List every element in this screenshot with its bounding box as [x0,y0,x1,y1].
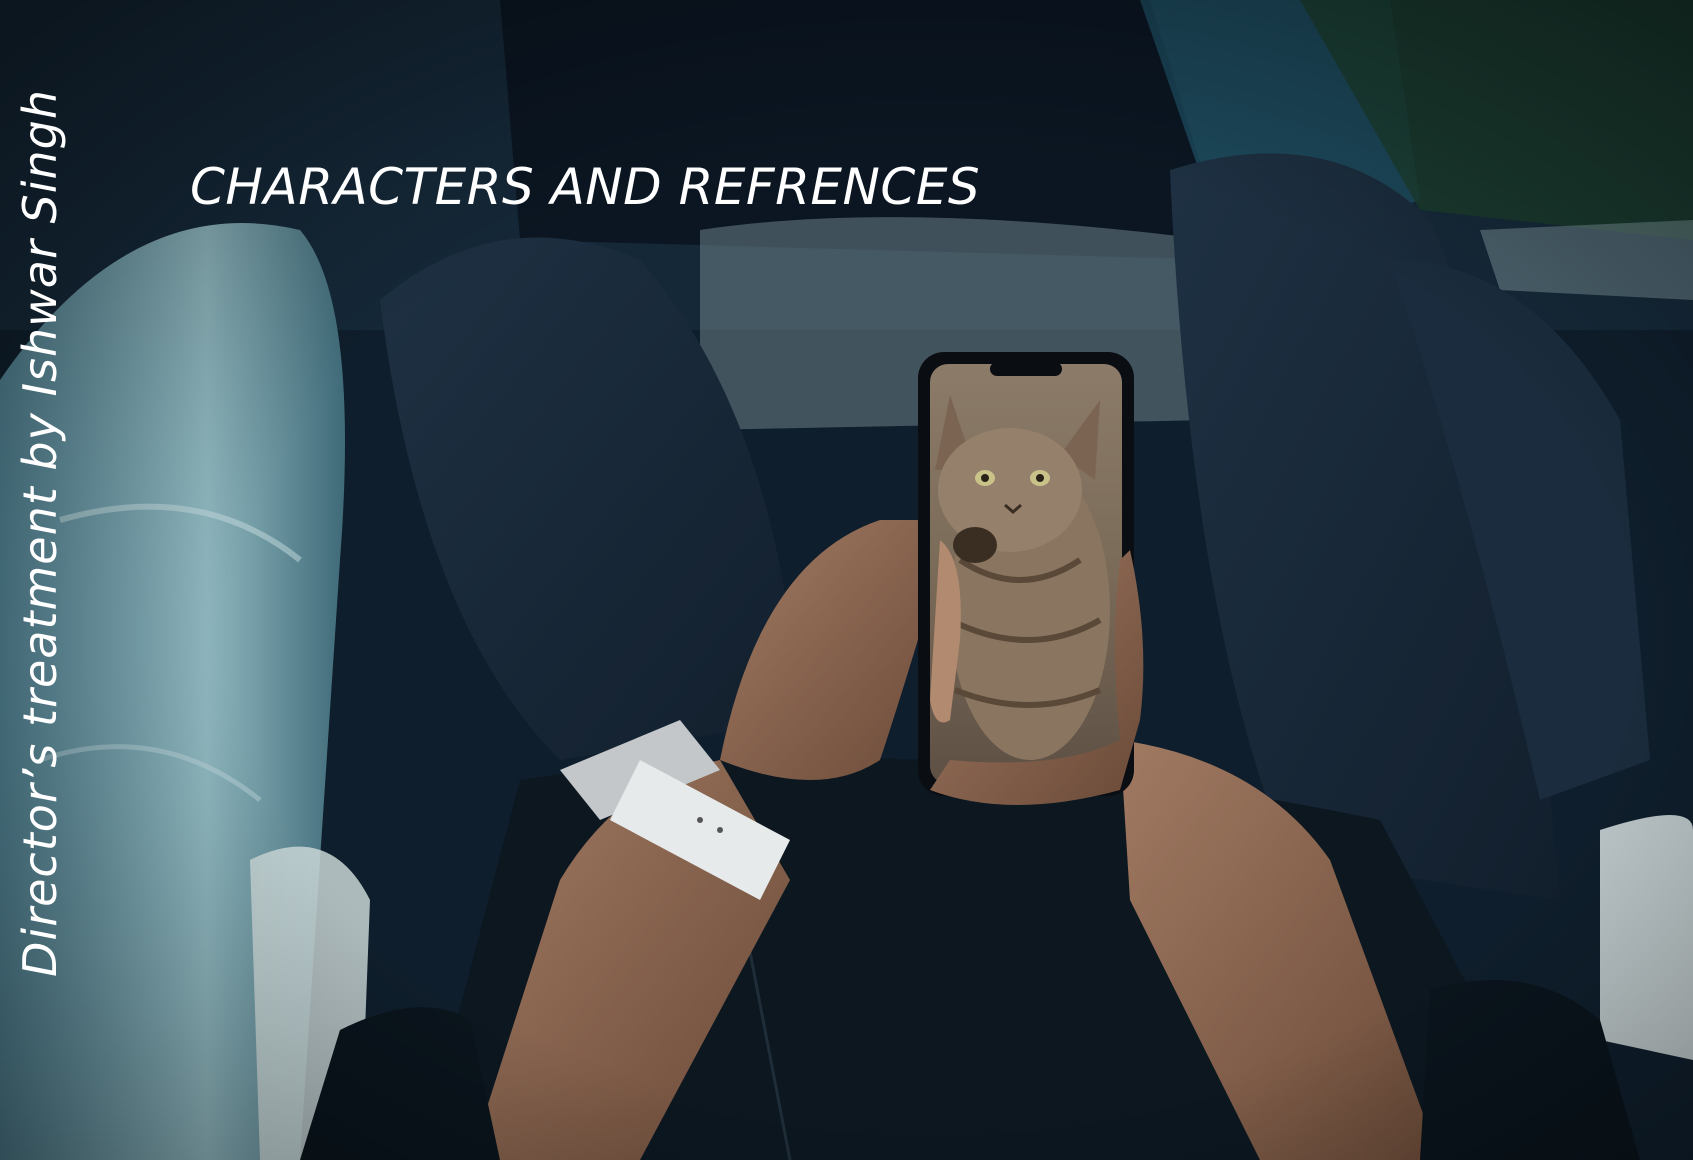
side-title-text: Director’s treatment by Ishwar Singh [13,88,67,977]
slide: Director’s treatment by Ishwar Singh CHA… [0,0,1693,1160]
side-title: Director’s treatment by Ishwar Singh [10,40,70,1025]
section-title: CHARACTERS AND REFRENCES [190,158,981,216]
